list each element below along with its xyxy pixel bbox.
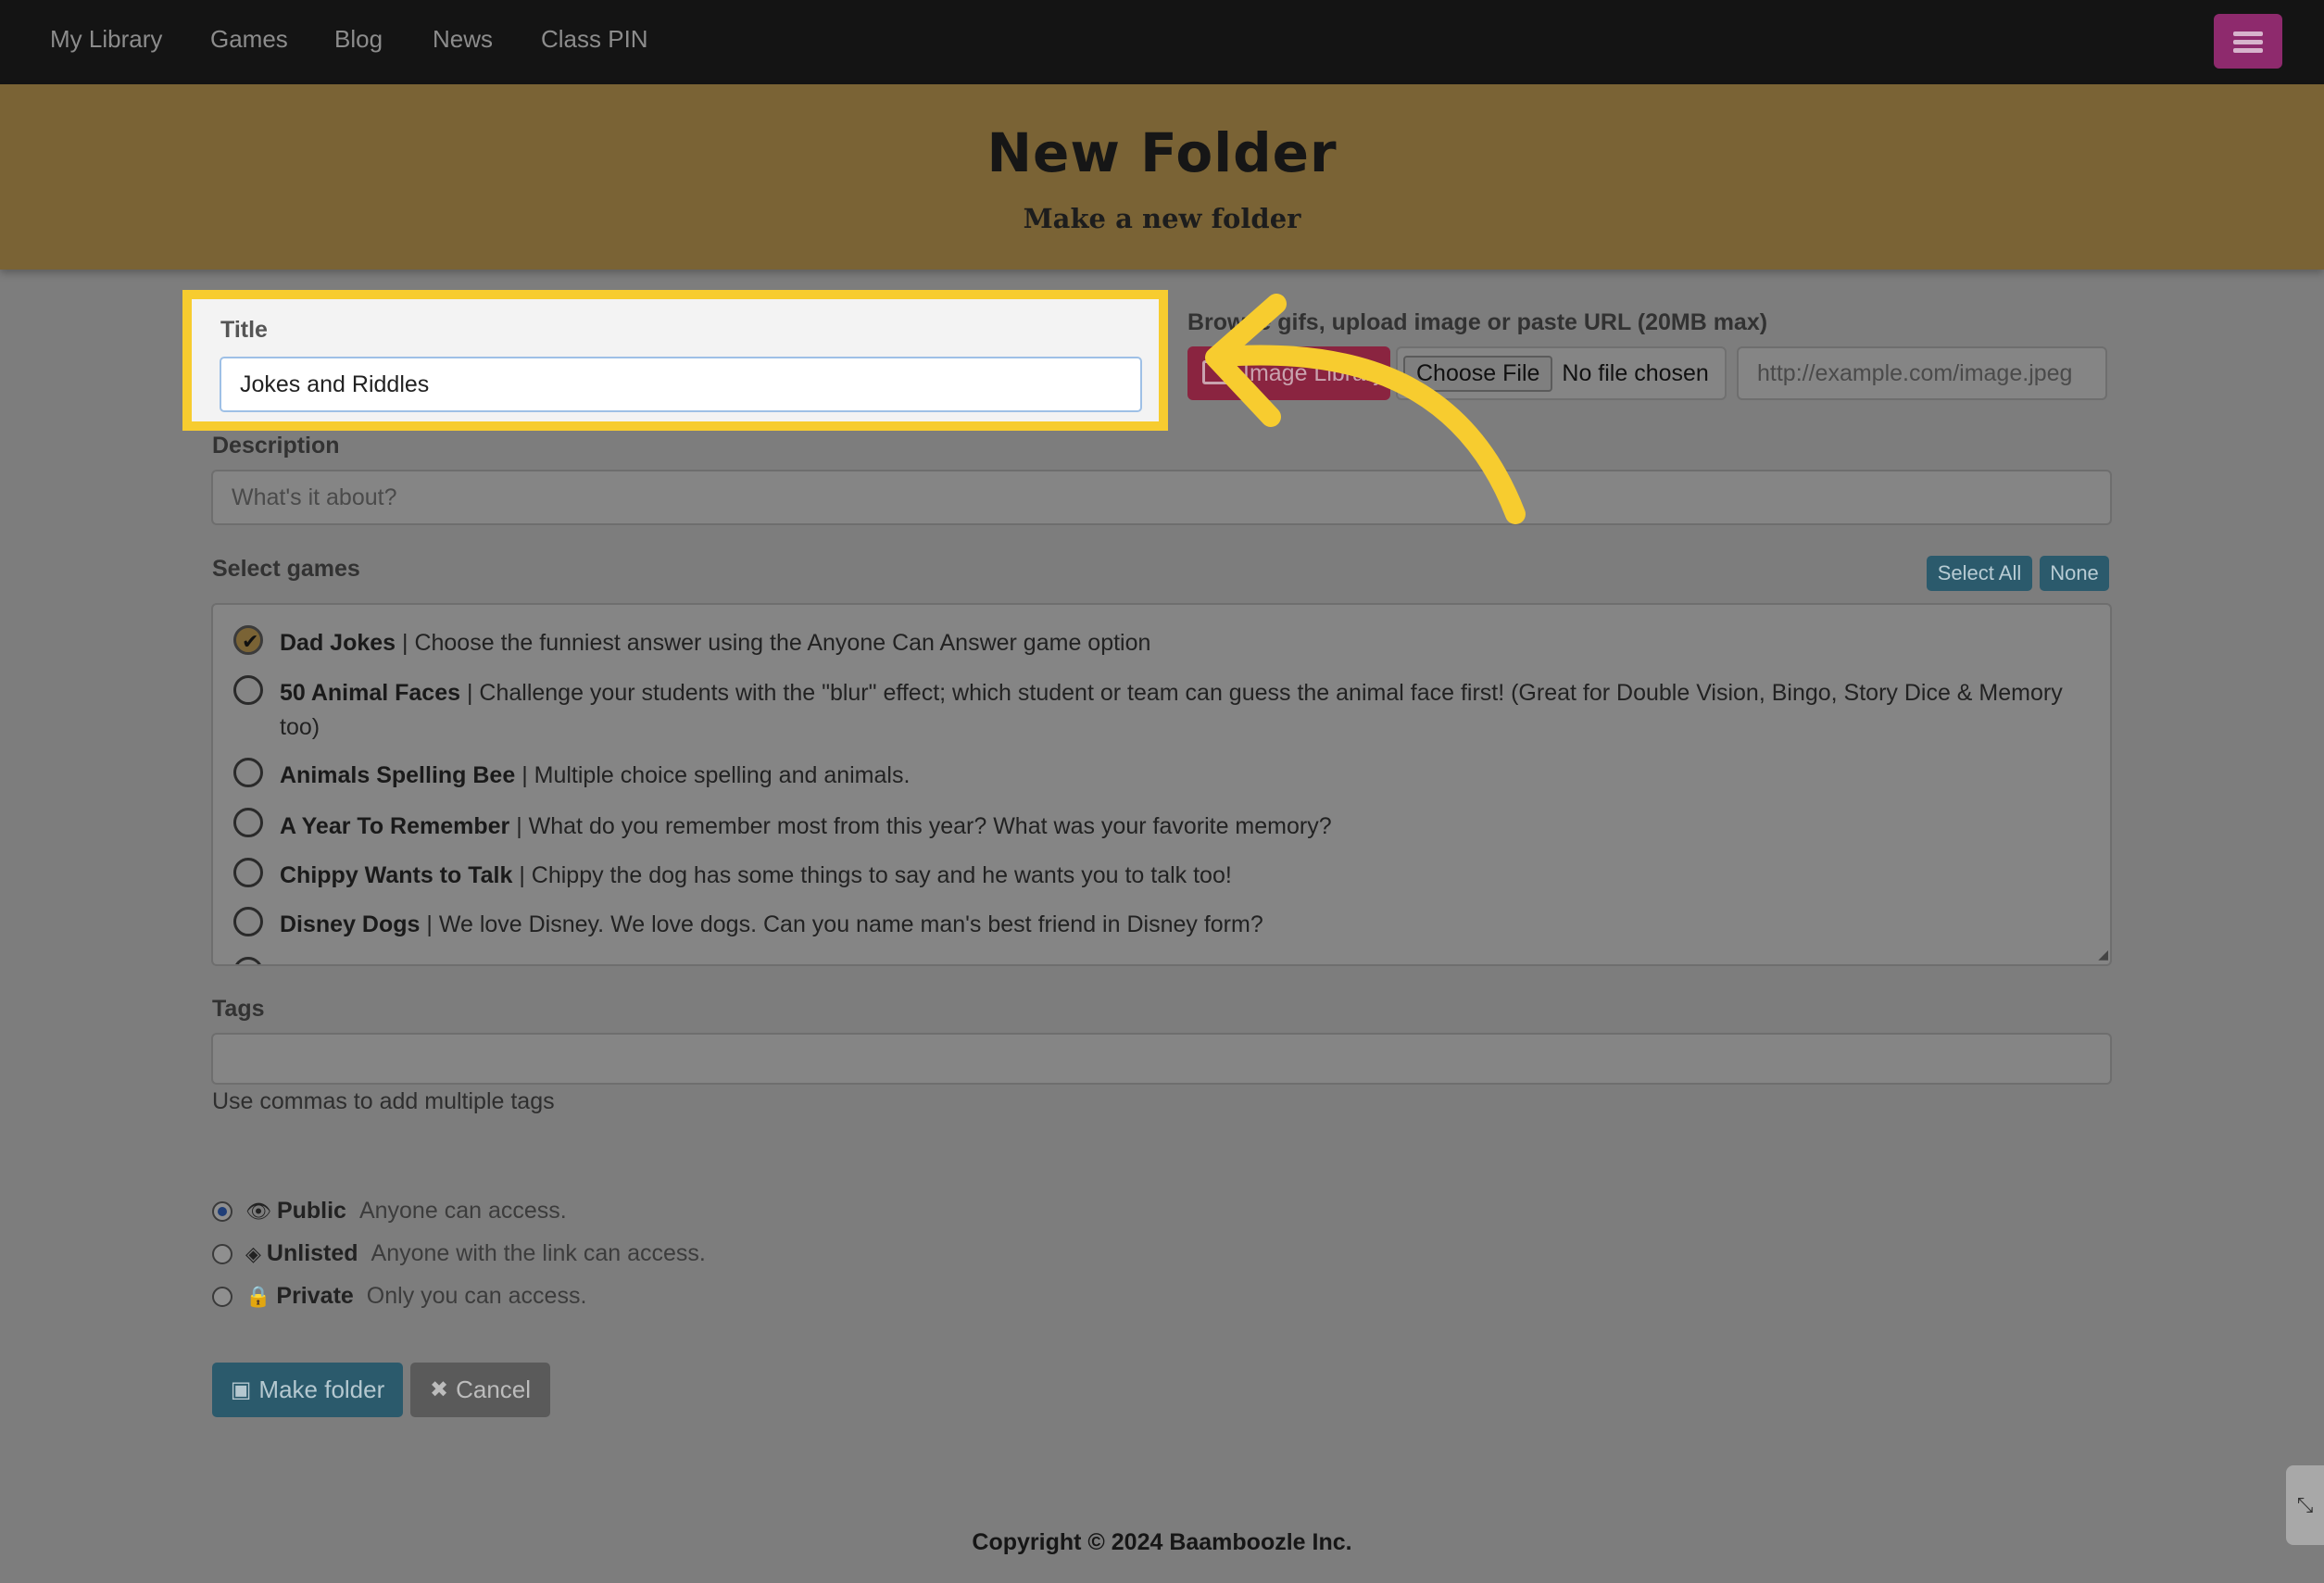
select-none-button[interactable]: None [2040,556,2109,591]
select-all-button[interactable]: Select All [1927,556,2032,591]
eye-icon: 👁 [245,1199,271,1223]
check-icon: ✔ [242,630,259,653]
page-banner: New Folder Make a new folder [0,84,2324,270]
tags-label: Tags [212,996,265,1022]
game-checkbox-disney-dogs[interactable] [233,907,263,936]
title-input[interactable]: Jokes and Riddles [220,357,1142,412]
unlisted-radio[interactable] [212,1243,232,1264]
close-icon: ✖ [429,1377,449,1402]
list-item[interactable]: Animals Spelling Bee | Multiple choice s… [280,759,2077,793]
public-radio[interactable] [212,1200,232,1222]
visibility-private[interactable]: 🔒 Private Only you can access. [212,1283,586,1310]
make-folder-button[interactable]: ▣ Make folder [212,1363,403,1417]
game-checkbox-a-year-to-remember[interactable] [233,808,263,837]
image-library-label: Image Library [1243,359,1385,386]
image-library-button[interactable]: Image Library [1187,346,1390,400]
collapse-icon: ⤡ [2296,1493,2314,1516]
nav-news[interactable]: News [433,25,493,54]
list-item[interactable]: A Year To Remember | What do you remembe… [280,810,2077,844]
list-item[interactable]: Chippy Wants to Talk | Chippy the dog ha… [280,859,2077,893]
lock-icon: 🔒 [245,1284,271,1308]
tags-input[interactable] [211,1033,2112,1085]
list-item[interactable]: Dad Jokes | Choose the funniest answer u… [280,626,2077,660]
menu-button[interactable] [2214,14,2282,69]
nav-blog[interactable]: Blog [334,25,383,54]
game-checkbox-chippy-wants-to-talk[interactable] [233,858,263,887]
choose-file-button[interactable]: Choose File [1403,355,1553,392]
resize-grip-icon[interactable]: ◢ [2098,947,2108,962]
side-widget-tab[interactable]: ⤡ [2286,1465,2324,1545]
save-icon: ▣ [230,1377,252,1402]
list-item[interactable]: 50 Animal Faces | Challenge your student… [280,676,2077,745]
private-radio[interactable] [212,1286,232,1307]
description-input[interactable]: What's it about? [211,470,2112,525]
game-checkbox-partial[interactable] [233,957,263,964]
title-highlight: Title Jokes and Riddles [182,290,1168,431]
select-games-label: Select games [212,556,360,582]
list-item[interactable]: Disney Dogs | We love Disney. We love do… [280,908,2077,942]
nav-games[interactable]: Games [210,25,288,54]
page-title: New Folder [986,121,1338,184]
image-icon [1202,360,1230,384]
nav-class-pin[interactable]: Class PIN [541,25,648,54]
visibility-public[interactable]: 👁 Public Anyone can access. [212,1198,567,1225]
game-checkbox-dad-jokes[interactable]: ✔ [233,625,263,655]
games-list[interactable]: ✔ Dad Jokes | Choose the funniest answer… [211,603,2112,966]
copyright: Copyright © 2024 Baamboozle Inc. [972,1529,1352,1555]
description-label: Description [212,433,340,459]
image-label: Browse gifs, upload image or paste URL (… [1187,309,1768,335]
title-label: Title [220,317,268,343]
game-checkbox-animals-spelling-bee[interactable] [233,758,263,787]
page-subtitle: Make a new folder [1023,203,1301,234]
tags-hint: Use commas to add multiple tags [212,1088,555,1114]
visibility-unlisted[interactable]: ◈ Unlisted Anyone with the link can acce… [212,1240,706,1267]
top-nav: My Library Games Blog News Class PIN [0,0,2324,84]
nav-my-library[interactable]: My Library [50,25,162,54]
no-file-text: No file chosen [1562,359,1709,386]
cancel-button[interactable]: ✖ Cancel [410,1363,550,1417]
image-url-input[interactable]: http://example.com/image.jpeg [1737,346,2107,400]
eye-slash-icon: ◈ [245,1241,261,1265]
game-checkbox-50-animal-faces[interactable] [233,675,263,705]
file-input[interactable]: Choose File No file chosen [1396,346,1727,400]
